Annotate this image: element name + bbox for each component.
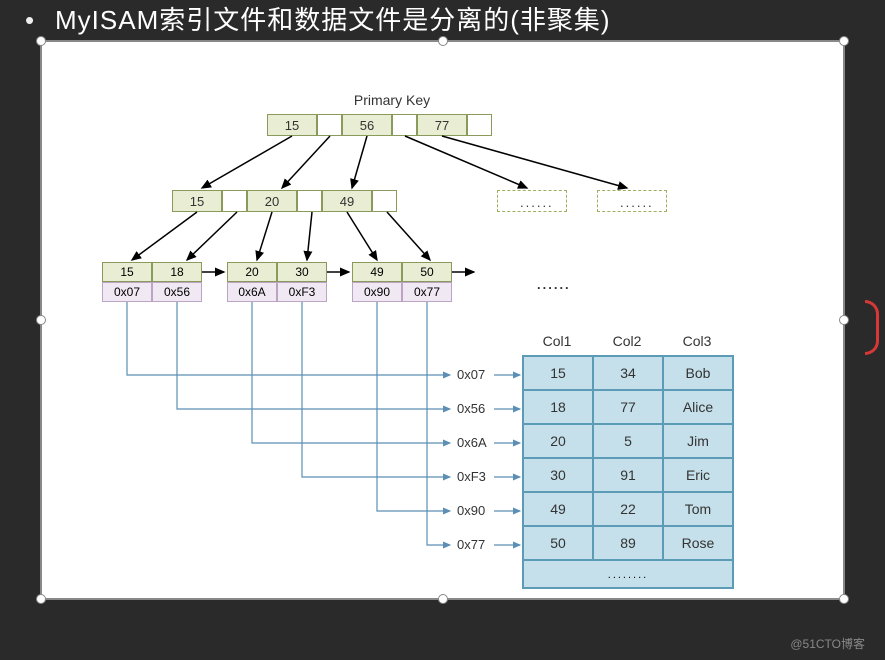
- slide-frame: Primary Key 15 56 77 15 20 49 ...... ...…: [40, 40, 845, 600]
- table-header: Col1 Col2 Col3: [522, 327, 734, 355]
- root-key: 77: [417, 114, 467, 136]
- leaf-ellipsis: ......: [537, 277, 571, 292]
- leaf-ptr: 0x90: [352, 282, 402, 302]
- resize-handle-icon[interactable]: [438, 36, 448, 46]
- table-row: 1534Bob: [523, 356, 733, 390]
- lvl2-key: 20: [247, 190, 297, 212]
- root-gap: [392, 114, 417, 136]
- table-row: 205Jim: [523, 424, 733, 458]
- col-header: Col2: [592, 327, 662, 355]
- leaf-node: 49 50 0x90 0x77: [352, 262, 452, 302]
- address-label: 0x56: [457, 401, 485, 416]
- lvl2-key: 15: [172, 190, 222, 212]
- leaf-key: 30: [277, 262, 327, 282]
- level2-node: 15 20 49: [172, 190, 397, 212]
- leaf-key: 18: [152, 262, 202, 282]
- table-footer: ........: [523, 560, 733, 588]
- table-row: 3091Eric: [523, 458, 733, 492]
- watermark: @51CTO博客: [790, 635, 865, 652]
- col-header: Col1: [522, 327, 592, 355]
- leaf-key: 15: [102, 262, 152, 282]
- placeholder-node: ......: [497, 190, 567, 212]
- btree-diagram: Primary Key 15 56 77 15 20 49 ...... ...…: [42, 92, 843, 602]
- leaf-ptr: 0x6A: [227, 282, 277, 302]
- slide-title: MyISAM索引文件和数据文件是分离的(非聚集): [55, 0, 611, 37]
- root-gap: [317, 114, 342, 136]
- leaf-node: 20 30 0x6A 0xF3: [227, 262, 327, 302]
- table-body: 1534Bob 1877Alice 205Jim 3091Eric 4922To…: [522, 355, 734, 589]
- leaf-ptr: 0xF3: [277, 282, 327, 302]
- data-table: Col1 Col2 Col3 1534Bob 1877Alice 205Jim …: [522, 327, 734, 589]
- address-label: 0x77: [457, 537, 485, 552]
- address-label: 0x07: [457, 367, 485, 382]
- leaf-ptr: 0x77: [402, 282, 452, 302]
- leaf-ptr: 0x07: [102, 282, 152, 302]
- table-row: 4922Tom: [523, 492, 733, 526]
- annotation-mark: [865, 300, 879, 355]
- bullet: •: [25, 5, 34, 36]
- lvl2-gap: [372, 190, 397, 212]
- root-key: 56: [342, 114, 392, 136]
- resize-handle-icon[interactable]: [36, 36, 46, 46]
- leaf-key: 49: [352, 262, 402, 282]
- col-header: Col3: [662, 327, 732, 355]
- root-gap: [467, 114, 492, 136]
- leaf-key: 50: [402, 262, 452, 282]
- resize-handle-icon[interactable]: [839, 36, 849, 46]
- leaf-key: 20: [227, 262, 277, 282]
- address-label: 0x90: [457, 503, 485, 518]
- table-row: 5089Rose: [523, 526, 733, 560]
- root-node: 15 56 77: [267, 114, 492, 136]
- root-key: 15: [267, 114, 317, 136]
- leaf-node: 15 18 0x07 0x56: [102, 262, 202, 302]
- address-label: 0x6A: [457, 435, 487, 450]
- placeholder-node: ......: [597, 190, 667, 212]
- primary-key-label: Primary Key: [342, 92, 442, 108]
- table-row: 1877Alice: [523, 390, 733, 424]
- lvl2-gap: [297, 190, 322, 212]
- lvl2-key: 49: [322, 190, 372, 212]
- leaf-ptr: 0x56: [152, 282, 202, 302]
- lvl2-gap: [222, 190, 247, 212]
- address-label: 0xF3: [457, 469, 486, 484]
